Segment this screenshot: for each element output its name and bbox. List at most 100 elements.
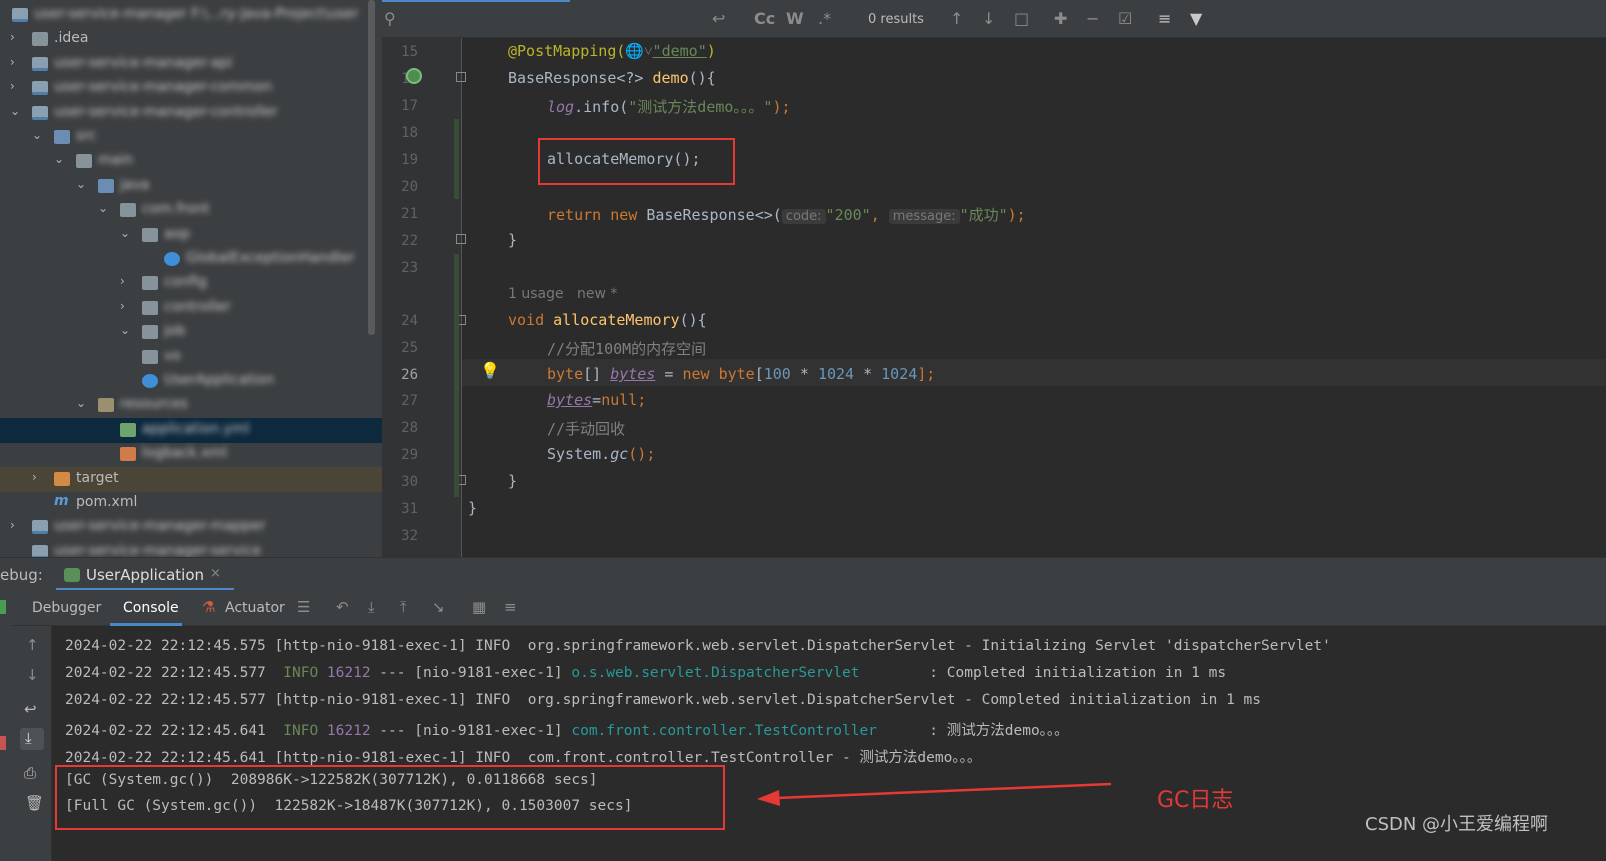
line-number[interactable]: 20 bbox=[382, 179, 418, 195]
chevron-right-icon[interactable]: › bbox=[120, 299, 134, 313]
step-into-icon[interactable]: ⤓ bbox=[368, 598, 375, 616]
scroll-down-icon[interactable]: ↓ bbox=[26, 666, 39, 684]
line-number[interactable]: 17 bbox=[382, 98, 418, 114]
chevron-down-icon[interactable]: ⌄ bbox=[54, 152, 68, 166]
line-number[interactable]: 19 bbox=[382, 152, 418, 168]
vcs-change-marker[interactable] bbox=[454, 254, 459, 497]
tab-debugger[interactable]: Debugger bbox=[32, 600, 101, 616]
line-number[interactable]: 30 bbox=[382, 474, 418, 490]
vcs-change-marker[interactable] bbox=[454, 119, 459, 199]
chevron-right-icon[interactable]: › bbox=[10, 55, 24, 69]
folder-icon bbox=[32, 81, 48, 96]
chevron-down-icon[interactable]: ⌄ bbox=[32, 128, 46, 142]
chevron-right-icon[interactable]: › bbox=[10, 30, 24, 44]
regex-button[interactable]: .* bbox=[818, 9, 831, 28]
chevron-right-icon[interactable]: › bbox=[10, 79, 24, 93]
line-number[interactable]: 32 bbox=[382, 528, 418, 544]
previous-occurrence-icon[interactable]: ↑ bbox=[950, 9, 963, 28]
whole-word-button[interactable]: W bbox=[786, 9, 804, 28]
tree-item[interactable]: ⌄ job bbox=[0, 320, 382, 345]
line-number[interactable]: 22 bbox=[382, 233, 418, 249]
tree-item[interactable]: › user-service-manager-mapper bbox=[0, 515, 382, 540]
tree-item[interactable]: ⌄ com.front bbox=[0, 198, 382, 223]
tree-item[interactable]: UserApplication bbox=[0, 369, 382, 394]
line-number[interactable]: 26 bbox=[382, 367, 418, 383]
line-number[interactable]: 24 bbox=[382, 313, 418, 329]
tree-item[interactable]: ⌄ resources bbox=[0, 393, 382, 418]
line-number[interactable]: 31 bbox=[382, 501, 418, 517]
scroll-up-icon[interactable]: ↑ bbox=[26, 636, 39, 654]
project-tree-scrollbar[interactable] bbox=[368, 0, 375, 335]
evaluate-expression-icon[interactable]: ▦ bbox=[472, 598, 486, 616]
line-number[interactable]: 15 bbox=[382, 44, 418, 60]
filter-icon[interactable]: ▼ bbox=[1190, 9, 1202, 28]
next-occurrence-icon[interactable]: ↓ bbox=[982, 9, 995, 28]
run-to-cursor-icon[interactable]: ↘ bbox=[432, 598, 445, 616]
code-editor[interactable]: 151617181920212223242526272829303132 💡 @… bbox=[382, 38, 1606, 557]
search-icon[interactable]: ⚲ bbox=[384, 9, 396, 28]
chevron-right-icon[interactable]: › bbox=[10, 518, 24, 532]
folder-icon bbox=[142, 276, 158, 291]
tree-item[interactable]: application.yml bbox=[0, 417, 382, 443]
select-occurrences-icon[interactable]: ☑ bbox=[1118, 9, 1132, 28]
chevron-down-icon[interactable]: ⌄ bbox=[120, 226, 134, 240]
line-number[interactable]: 18 bbox=[382, 125, 418, 141]
chevron-down-icon[interactable]: ⌄ bbox=[76, 396, 90, 410]
fold-marker-icon[interactable] bbox=[456, 72, 466, 82]
line-number[interactable]: 21 bbox=[382, 206, 418, 222]
tree-item[interactable]: ⌄ java bbox=[0, 174, 382, 199]
line-number[interactable]: 23 bbox=[382, 260, 418, 276]
lightbulb-icon[interactable]: 💡 bbox=[480, 361, 500, 380]
soft-wrap-icon[interactable]: ↩ bbox=[24, 700, 37, 718]
print-icon[interactable]: ⎙ bbox=[24, 764, 36, 782]
remove-occurrence-icon[interactable]: − bbox=[1086, 9, 1099, 28]
tree-item[interactable]: › target bbox=[0, 466, 382, 492]
tree-item[interactable]: m pom.xml bbox=[0, 491, 382, 516]
tree-item[interactable]: ⌄ aop bbox=[0, 223, 382, 248]
line-number[interactable]: 27 bbox=[382, 393, 418, 409]
chevron-down-icon[interactable]: ⌄ bbox=[76, 177, 90, 191]
tab-actuator[interactable]: Actuator bbox=[225, 600, 285, 616]
tab-console[interactable]: Console bbox=[123, 600, 179, 616]
chevron-down-icon[interactable]: ⌄ bbox=[98, 201, 112, 215]
code-line-30: } bbox=[508, 472, 518, 490]
tree-item[interactable]: user-service-manager F:\...ry-Java-Proje… bbox=[0, 3, 382, 28]
chevron-down-icon[interactable]: ⌄ bbox=[10, 104, 24, 118]
filter-options-icon[interactable]: ≡ bbox=[1158, 9, 1171, 28]
match-case-button[interactable]: Cc bbox=[754, 9, 775, 28]
tree-item[interactable]: ⌄ main bbox=[0, 149, 382, 174]
clear-all-icon[interactable]: 🗑 bbox=[25, 794, 44, 812]
tree-item[interactable]: ⌄ src bbox=[0, 125, 382, 150]
fold-marker-icon[interactable] bbox=[456, 234, 466, 244]
line-number[interactable]: 28 bbox=[382, 420, 418, 436]
tree-item[interactable]: › .idea bbox=[0, 27, 382, 52]
tree-item[interactable]: GlobalExceptionHandler bbox=[0, 247, 382, 272]
select-all-occurrences-icon[interactable]: □ bbox=[1014, 9, 1029, 28]
line-number[interactable]: 29 bbox=[382, 447, 418, 463]
globe-icon[interactable]: 🌐˅ bbox=[625, 42, 652, 60]
close-tab-icon[interactable]: × bbox=[210, 566, 221, 581]
spring-request-mapping-icon[interactable] bbox=[406, 68, 422, 84]
code-lens-usages[interactable]: 1 usage new * bbox=[508, 284, 617, 302]
scroll-to-end-button[interactable]: ⤓ bbox=[20, 728, 44, 750]
trace-icon[interactable]: ≡ bbox=[504, 598, 517, 616]
resume-icon[interactable] bbox=[0, 600, 6, 614]
layout-icon[interactable]: ☰ bbox=[297, 598, 310, 616]
run-config-tab[interactable]: UserApplication bbox=[86, 566, 204, 584]
tree-item[interactable]: › controller bbox=[0, 296, 382, 321]
chevron-right-icon[interactable]: › bbox=[120, 274, 134, 288]
add-occurrence-icon[interactable]: ✚ bbox=[1054, 9, 1067, 28]
step-over-icon[interactable]: ↶ bbox=[336, 598, 349, 616]
chevron-down-icon[interactable]: ⌄ bbox=[120, 323, 134, 337]
tree-item[interactable]: › user-service-manager-api bbox=[0, 52, 382, 77]
tree-item[interactable]: vo bbox=[0, 345, 382, 370]
chevron-right-icon[interactable]: › bbox=[32, 470, 46, 484]
tree-item[interactable]: › user-service-manager-common bbox=[0, 76, 382, 101]
tree-item[interactable]: logback.xml bbox=[0, 442, 382, 467]
tree-item[interactable]: › config bbox=[0, 271, 382, 296]
stop-icon[interactable] bbox=[0, 736, 6, 750]
step-out-icon[interactable]: ⤒ bbox=[400, 598, 407, 616]
wrap-icon[interactable]: ↩ bbox=[712, 9, 725, 28]
line-number[interactable]: 25 bbox=[382, 340, 418, 356]
tree-item[interactable]: ⌄ user-service-manager-controller bbox=[0, 101, 382, 126]
